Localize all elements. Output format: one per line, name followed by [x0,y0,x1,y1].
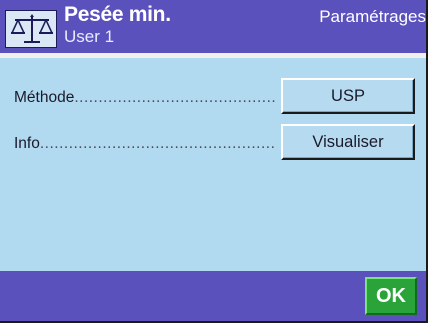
method-button[interactable]: USP [281,78,415,114]
page-title: Pesée min. [64,3,171,26]
footer-bar: OK [0,271,426,321]
method-label: Méthode [14,89,276,107]
method-button-label: USP [331,86,365,105]
ok-button[interactable]: OK [365,277,417,315]
title-bar: Pesée min. User 1 Paramétrages [0,0,426,53]
terminal-screen: Pesée min. User 1 Paramétrages Méthode U… [0,0,428,323]
header-divider [0,53,426,58]
info-button[interactable]: Visualiser [281,124,415,160]
user-name: User 1 [64,27,115,46]
info-button-label: Visualiser [312,132,384,151]
section-title: Paramétrages [319,7,426,26]
info-label: Info [14,135,276,153]
balance-scale-icon [5,10,57,48]
